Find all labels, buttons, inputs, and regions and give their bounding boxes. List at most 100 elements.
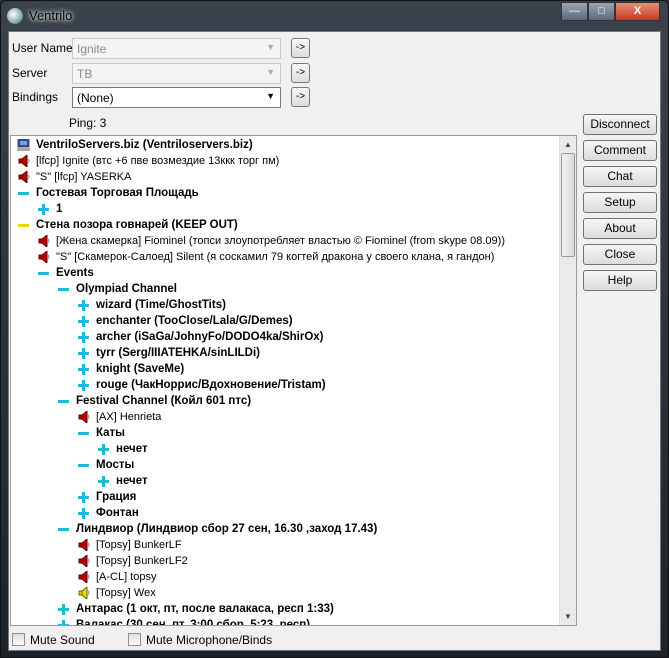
scroll-down-icon[interactable]: ▼ <box>560 608 576 625</box>
minus-cyan-icon[interactable] <box>17 187 30 199</box>
tree-item-label: [Topsy] Wex <box>96 587 156 599</box>
tree-item-label: Валакас (30 сен, пт, 3:00 сбор, 5:23, ре… <box>76 619 311 626</box>
tree-item-label: enchanter (TooClose/Lala/G/Demes) <box>96 315 293 327</box>
minus-cyan-icon[interactable] <box>37 267 50 279</box>
tree-item-label: [Жена скамерка] Fiominel (топси злоупотр… <box>56 235 505 247</box>
plus-cyan-icon[interactable] <box>97 443 110 455</box>
tree-item-label: wizard (Time/GhostTits) <box>96 299 226 311</box>
mute-sound-checkbox[interactable]: Mute Sound <box>12 633 95 647</box>
bindings-label: Bindings <box>12 90 59 104</box>
comment-button[interactable]: Comment <box>583 140 657 161</box>
plus-cyan-icon[interactable] <box>77 491 90 503</box>
speaker-red-icon <box>17 169 30 185</box>
tree-item-label: Festival Channel (Койл 601 птс) <box>76 395 252 407</box>
speaker-red-icon <box>17 153 30 169</box>
user-name-go-button[interactable]: -> <box>291 38 310 58</box>
tree-item-label: Мосты <box>96 459 135 471</box>
minus-cyan-icon[interactable] <box>57 395 70 407</box>
ping-readout: Ping: 3 <box>69 116 107 130</box>
minus-cyan-icon[interactable] <box>77 459 90 471</box>
tree-item-label: Грация <box>96 491 137 503</box>
plus-cyan-icon[interactable] <box>37 203 50 215</box>
chevron-down-icon: ▼ <box>266 42 275 52</box>
tree-item-label: knight (SaveMe) <box>96 363 185 375</box>
tree-item-label: VentriloServers.biz (Ventriloservers.biz… <box>36 139 253 151</box>
mute-mic-label: Mute Microphone/Binds <box>146 633 273 647</box>
minus-cyan-icon[interactable] <box>57 523 70 535</box>
tree-item-label: rouge (ЧакНоррис/Вдохновение/Tristam) <box>96 379 326 391</box>
bindings-combo[interactable]: (None) ▼ <box>72 87 281 108</box>
server-value: TB <box>77 67 93 81</box>
tree-item-label: [lfcp] Ignite (втс +6 пве возмездие 13кк… <box>36 155 280 167</box>
client-area: User Name Ignite ▼ -> Server TB ▼ -> Bindi… <box>8 31 661 651</box>
speaker-red-icon <box>37 233 50 249</box>
tree-scrollbar[interactable]: ▲ ▼ <box>559 136 576 625</box>
tree-item-label: archer (iSaGa/JohnyFo/DODO4ka/ShirOx) <box>96 331 324 343</box>
server-combo[interactable]: TB ▼ <box>72 63 281 84</box>
user-name-value: Ignite <box>77 42 107 56</box>
tree-item-label: Фонтан <box>96 507 139 519</box>
plus-cyan-icon[interactable] <box>77 347 90 359</box>
checkbox-box[interactable] <box>12 633 25 646</box>
minus-yellow-icon[interactable] <box>17 219 30 231</box>
bindings-go-button[interactable]: -> <box>291 87 310 107</box>
tree-item-label: Events <box>56 267 94 279</box>
plus-cyan-icon[interactable] <box>77 299 90 311</box>
speaker-red-icon <box>77 537 90 553</box>
tree-item-label: нечет <box>116 475 148 487</box>
speaker-yellow-icon <box>77 585 90 601</box>
speaker-red-icon <box>77 553 90 569</box>
tree-item-label: Антарас (1 окт, пт, после валакаса, респ… <box>76 603 334 615</box>
minus-cyan-icon[interactable] <box>57 283 70 295</box>
plus-cyan-icon[interactable] <box>77 331 90 343</box>
tree-item-label: Каты <box>96 427 126 439</box>
bindings-value: (None) <box>77 91 114 105</box>
tree-item-label: [AX] Henrieta <box>96 411 162 423</box>
close-button[interactable]: Close <box>583 244 657 265</box>
chat-button[interactable]: Chat <box>583 166 657 187</box>
user-name-combo[interactable]: Ignite ▼ <box>72 38 281 59</box>
mute-microphone-checkbox[interactable]: Mute Microphone/Binds <box>128 633 272 647</box>
close-window-button[interactable]: X <box>615 2 660 21</box>
minimize-button[interactable]: — <box>561 2 588 21</box>
plus-cyan-icon[interactable] <box>77 507 90 519</box>
window-title: Ventrilo <box>29 8 73 23</box>
plus-cyan-icon[interactable] <box>57 603 70 615</box>
tree-item-label: [A-CL] topsy <box>96 571 157 583</box>
chevron-down-icon: ▼ <box>266 67 275 77</box>
speaker-red-icon <box>77 409 90 425</box>
server-label: Server <box>12 66 48 80</box>
about-button[interactable]: About <box>583 218 657 239</box>
ventrilo-logo-icon <box>7 8 23 24</box>
disconnect-button[interactable]: Disconnect <box>583 114 657 135</box>
plus-cyan-icon[interactable] <box>77 363 90 375</box>
speaker-red-icon <box>77 569 90 585</box>
scroll-thumb[interactable] <box>561 153 575 257</box>
checkbox-box[interactable] <box>128 633 141 646</box>
scroll-up-icon[interactable]: ▲ <box>560 136 576 153</box>
ventrilo-window: Ventrilo — □ X User Name Ignite ▼ -> Serv… <box>0 0 669 658</box>
help-button[interactable]: Help <box>583 270 657 291</box>
tree-item-label: 1 <box>56 203 63 215</box>
tree-item-label: [Topsy] BunkerLF2 <box>96 555 188 567</box>
tree-item-label: нечет <box>116 443 148 455</box>
maximize-button[interactable]: □ <box>588 2 615 21</box>
tree-item-label: Olympiad Channel <box>76 283 177 295</box>
title-bar[interactable]: Ventrilo — □ X <box>1 1 668 31</box>
tree-item-label: Стена позора говнарей (KEEP OUT) <box>36 219 238 231</box>
user-name-label: User Name <box>12 41 73 55</box>
tree-item-label: "S" [Скамерок-Салоед] Silent (я соскамил… <box>56 251 495 263</box>
minus-cyan-icon[interactable] <box>77 427 90 439</box>
mute-sound-label: Mute Sound <box>30 633 95 647</box>
setup-button[interactable]: Setup <box>583 192 657 213</box>
plus-cyan-icon[interactable] <box>57 619 70 625</box>
tree-item-label: [Topsy] BunkerLF <box>96 539 182 551</box>
chevron-down-icon: ▼ <box>266 91 275 101</box>
plus-cyan-icon[interactable] <box>77 379 90 391</box>
server-go-button[interactable]: -> <box>291 63 310 83</box>
tree-item-label: tyrr (Serg/IIIATEHKA/sinLILDi) <box>96 347 260 359</box>
plus-cyan-icon[interactable] <box>77 315 90 327</box>
speaker-red-icon <box>37 249 50 265</box>
channel-tree[interactable]: Валакас (30 сен, пт, 3:00 сбор, 5:23, ре… <box>10 135 577 626</box>
plus-cyan-icon[interactable] <box>97 475 110 487</box>
